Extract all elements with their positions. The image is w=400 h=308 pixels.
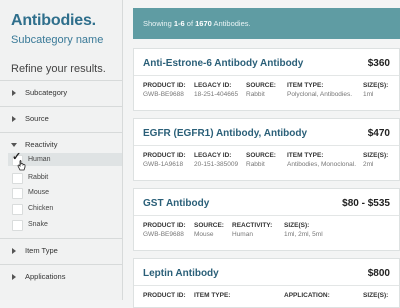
filter-option-rabbit[interactable]: Rabbit: [8, 171, 122, 184]
caret-right-icon: [12, 116, 16, 122]
facet-subcategory[interactable]: Subcategory: [0, 80, 122, 107]
option-label: Rabbit: [28, 174, 49, 181]
caret-right-icon: [12, 248, 16, 254]
product-price: $360: [367, 58, 390, 69]
option-label: Mouse: [28, 189, 50, 196]
filter-option-snake[interactable]: Snake: [8, 218, 122, 231]
product-attribute: SIZE(S): 1ml, 2ml, 5ml: [284, 222, 323, 238]
filter-option-mouse[interactable]: Mouse: [8, 186, 122, 199]
facet-label: Source: [25, 114, 49, 123]
hand-cursor-icon: [17, 160, 26, 171]
divider: [134, 75, 399, 76]
product-attribute: PRODUCT ID: GWB-BE9688: [143, 222, 186, 238]
product-price: $80 - $535: [342, 198, 390, 209]
filter-option-chicken[interactable]: Chicken: [8, 202, 122, 215]
option-label: Human: [28, 156, 51, 163]
sidebar: Antibodies. Subcategory name Refine your…: [0, 0, 123, 300]
product-card: EGFR (EGFR1) Antibody, Antibody $470 PRO…: [133, 118, 400, 181]
facet-label: Applications: [25, 272, 66, 281]
facet-label: Item Type: [25, 246, 58, 255]
page-title: Antibodies.: [11, 12, 96, 29]
product-name-link[interactable]: EGFR (EGFR1) Antibody, Antibody: [143, 128, 307, 139]
results-count: Showing 1-6 of 1670 Antibodies.: [143, 19, 251, 28]
caret-down-icon: [11, 143, 17, 147]
product-attribute: PRODUCT ID: GWB-1A9618: [143, 152, 186, 168]
product-attribute: REACTIVITY: Human: [232, 222, 273, 238]
checkbox[interactable]: [12, 173, 23, 184]
facet-label: Reactivity: [25, 140, 58, 149]
product-attribute: ITEM TYPE: Antibodies, Monoclonal.: [287, 152, 357, 168]
product-card: Leptin Antibody $800 PRODUCT ID: ITEM TY…: [133, 258, 400, 308]
product-card: GST Antibody $80 - $535 PRODUCT ID: GWB-B…: [133, 188, 400, 251]
divider: [134, 215, 399, 216]
product-attribute: LEGACY ID: 18-251-404665: [194, 82, 239, 98]
product-attribute: SIZE(S): 2ml: [363, 152, 389, 168]
facet-source[interactable]: Source: [0, 106, 122, 133]
product-attribute: PRODUCT ID: GWB-BE9688: [143, 82, 186, 98]
checkbox[interactable]: [12, 204, 23, 215]
facet-label: Subcategory: [25, 88, 68, 97]
divider: [134, 285, 399, 286]
facet-item-type[interactable]: Item Type: [0, 238, 122, 265]
product-price: $470: [367, 128, 390, 139]
product-card: Anti-Estrone-6 Antibody Antibody $360 PR…: [133, 48, 400, 111]
results-banner: Showing 1-6 of 1670 Antibodies.: [133, 8, 400, 39]
option-label: Snake: [28, 221, 48, 228]
product-name-link[interactable]: GST Antibody: [143, 198, 209, 209]
product-attribute: ITEM TYPE: Polyclonal, Antibodies.: [287, 82, 353, 98]
product-attribute: SOURCE: Rabbit: [246, 152, 276, 168]
product-attribute: SOURCE: Rabbit: [246, 82, 276, 98]
checkbox[interactable]: [12, 220, 23, 231]
product-attribute: SOURCE: Mouse: [194, 222, 224, 238]
divider: [134, 145, 399, 146]
product-name-link[interactable]: Anti-Estrone-6 Antibody Antibody: [143, 58, 303, 69]
caret-right-icon: [12, 274, 16, 280]
caret-right-icon: [12, 90, 16, 96]
product-name-link[interactable]: Leptin Antibody: [143, 268, 219, 279]
product-attribute: SIZE(S): 1ml: [363, 82, 389, 98]
option-label: Chicken: [28, 205, 54, 212]
checkbox[interactable]: [12, 188, 23, 199]
facet-applications[interactable]: Applications: [0, 264, 122, 291]
refine-heading: Refine your results.: [11, 63, 106, 75]
product-attribute: LEGACY ID: 20-151-385009: [194, 152, 239, 168]
product-price: $800: [367, 268, 390, 279]
page-subtitle: Subcategory name: [11, 34, 104, 46]
